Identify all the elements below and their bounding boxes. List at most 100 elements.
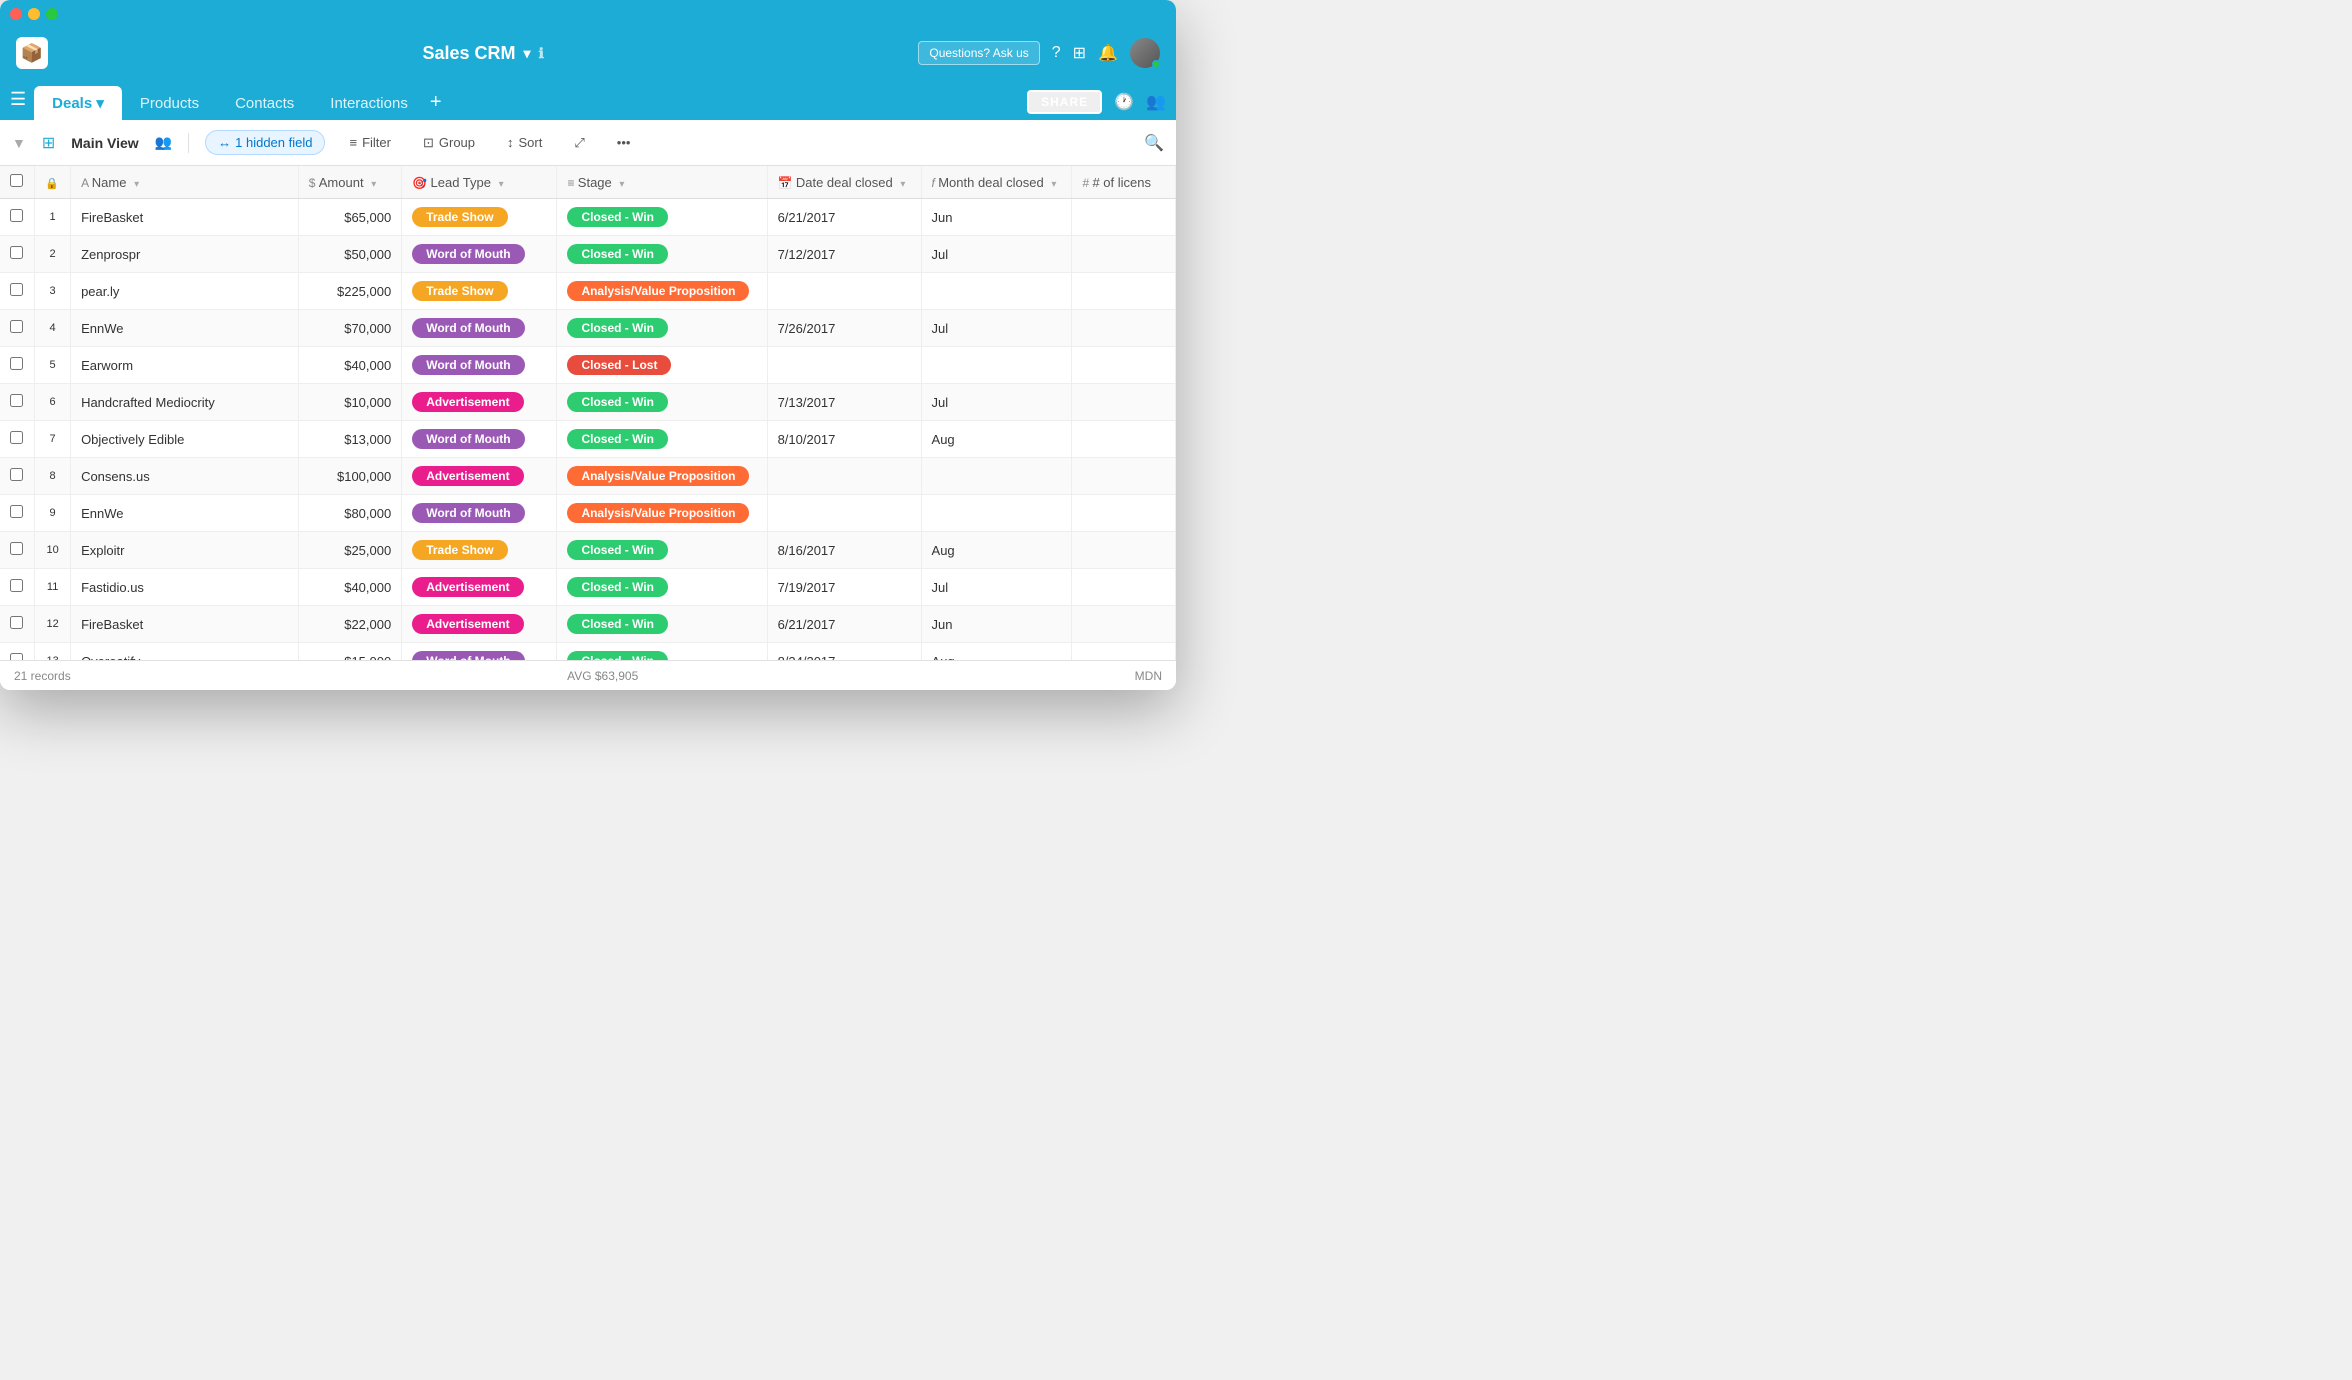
- row-stage[interactable]: Closed - Win: [557, 199, 767, 236]
- table-row[interactable]: 7 Objectively Edible $13,000 Word of Mou…: [0, 421, 1176, 458]
- row-check[interactable]: [0, 236, 35, 273]
- table-container[interactable]: 🔒 A Name ▾ $ Amount ▾ 🎯 Lead Type: [0, 166, 1176, 660]
- tab-interactions[interactable]: Interactions: [312, 87, 426, 120]
- row-check[interactable]: [0, 569, 35, 606]
- row-checkbox[interactable]: [10, 542, 23, 555]
- th-stage[interactable]: ≡ Stage ▾: [557, 166, 767, 199]
- bell-icon[interactable]: 🔔: [1098, 43, 1118, 63]
- row-name[interactable]: Earworm: [71, 347, 299, 384]
- table-row[interactable]: 6 Handcrafted Mediocrity $10,000 Adverti…: [0, 384, 1176, 421]
- row-checkbox[interactable]: [10, 357, 23, 370]
- row-lead-type[interactable]: Trade Show: [402, 532, 557, 569]
- collapse-icon[interactable]: ▼: [12, 135, 26, 151]
- more-button[interactable]: •••: [609, 131, 639, 154]
- row-checkbox[interactable]: [10, 246, 23, 259]
- row-name[interactable]: Handcrafted Mediocrity: [71, 384, 299, 421]
- table-row[interactable]: 5 Earworm $40,000 Word of Mouth Closed -…: [0, 347, 1176, 384]
- row-stage[interactable]: Closed - Win: [557, 310, 767, 347]
- row-check[interactable]: [0, 310, 35, 347]
- row-name[interactable]: Exploitr: [71, 532, 299, 569]
- row-stage[interactable]: Closed - Win: [557, 236, 767, 273]
- row-stage[interactable]: Closed - Win: [557, 532, 767, 569]
- view-label[interactable]: Main View: [71, 135, 138, 151]
- row-checkbox[interactable]: [10, 320, 23, 333]
- tab-contacts[interactable]: Contacts: [217, 87, 312, 120]
- grid-view-icon[interactable]: ⊞: [42, 133, 55, 153]
- row-stage[interactable]: Closed - Win: [557, 421, 767, 458]
- select-all-checkbox[interactable]: [10, 174, 23, 187]
- row-stage[interactable]: Analysis/Value Proposition: [557, 273, 767, 310]
- row-checkbox[interactable]: [10, 431, 23, 444]
- row-lead-type[interactable]: Word of Mouth: [402, 347, 557, 384]
- search-icon[interactable]: 🔍: [1144, 135, 1164, 152]
- people-icon[interactable]: 👥: [1146, 92, 1166, 112]
- row-name[interactable]: FireBasket: [71, 199, 299, 236]
- row-lead-type[interactable]: Word of Mouth: [402, 643, 557, 661]
- row-stage[interactable]: Closed - Win: [557, 569, 767, 606]
- row-name[interactable]: FireBasket: [71, 606, 299, 643]
- row-stage[interactable]: Analysis/Value Proposition: [557, 458, 767, 495]
- hidden-field-button[interactable]: ↔ 1 hidden field: [205, 130, 325, 155]
- table-row[interactable]: 11 Fastidio.us $40,000 Advertisement Clo…: [0, 569, 1176, 606]
- table-row[interactable]: 9 EnnWe $80,000 Word of Mouth Analysis/V…: [0, 495, 1176, 532]
- row-check[interactable]: [0, 532, 35, 569]
- row-checkbox[interactable]: [10, 468, 23, 481]
- row-name[interactable]: Overeatify: [71, 643, 299, 661]
- table-row[interactable]: 8 Consens.us $100,000 Advertisement Anal…: [0, 458, 1176, 495]
- row-checkbox[interactable]: [10, 394, 23, 407]
- help-icon[interactable]: ?: [1052, 44, 1061, 62]
- row-checkbox[interactable]: [10, 616, 23, 629]
- row-checkbox[interactable]: [10, 505, 23, 518]
- row-name[interactable]: Fastidio.us: [71, 569, 299, 606]
- row-stage[interactable]: Closed - Win: [557, 643, 767, 661]
- th-stage-sort[interactable]: ▾: [619, 179, 624, 190]
- row-lead-type[interactable]: Trade Show: [402, 273, 557, 310]
- table-row[interactable]: 12 FireBasket $22,000 Advertisement Clos…: [0, 606, 1176, 643]
- row-check[interactable]: [0, 458, 35, 495]
- row-name[interactable]: EnnWe: [71, 310, 299, 347]
- filter-button[interactable]: ≡ Filter: [341, 131, 398, 154]
- th-amount[interactable]: $ Amount ▾: [298, 166, 401, 199]
- avatar[interactable]: [1130, 38, 1160, 68]
- th-date-closed[interactable]: 📅 Date deal closed ▾: [767, 166, 921, 199]
- row-check[interactable]: [0, 643, 35, 661]
- row-lead-type[interactable]: Word of Mouth: [402, 236, 557, 273]
- th-name[interactable]: A Name ▾: [71, 166, 299, 199]
- th-licenses[interactable]: # # of licens: [1072, 166, 1176, 199]
- th-check[interactable]: [0, 166, 35, 199]
- row-check[interactable]: [0, 199, 35, 236]
- tab-products[interactable]: Products: [122, 87, 217, 120]
- row-check[interactable]: [0, 606, 35, 643]
- row-name[interactable]: EnnWe: [71, 495, 299, 532]
- history-icon[interactable]: 🕐: [1114, 92, 1134, 112]
- ask-us-button[interactable]: Questions? Ask us: [918, 41, 1039, 65]
- table-row[interactable]: 13 Overeatify $15,000 Word of Mouth Clos…: [0, 643, 1176, 661]
- expand-button[interactable]: ⤢: [566, 131, 592, 155]
- row-check[interactable]: [0, 347, 35, 384]
- row-lead-type[interactable]: Advertisement: [402, 458, 557, 495]
- row-name[interactable]: Objectively Edible: [71, 421, 299, 458]
- th-month-sort[interactable]: ▾: [1051, 179, 1056, 190]
- th-month-closed[interactable]: f Month deal closed ▾: [921, 166, 1072, 199]
- sort-button[interactable]: ↕ Sort: [499, 131, 550, 154]
- row-check[interactable]: [0, 273, 35, 310]
- th-amount-sort[interactable]: ▾: [371, 179, 376, 190]
- row-lead-type[interactable]: Word of Mouth: [402, 310, 557, 347]
- row-stage[interactable]: Analysis/Value Proposition: [557, 495, 767, 532]
- row-checkbox[interactable]: [10, 283, 23, 296]
- row-stage[interactable]: Closed - Win: [557, 384, 767, 421]
- row-lead-type[interactable]: Advertisement: [402, 569, 557, 606]
- group-button[interactable]: ⊡ Group: [415, 131, 483, 155]
- tab-deals[interactable]: Deals ▾: [34, 86, 122, 120]
- row-lead-type[interactable]: Trade Show: [402, 199, 557, 236]
- table-row[interactable]: 10 Exploitr $25,000 Trade Show Closed - …: [0, 532, 1176, 569]
- title-dropdown-arrow[interactable]: ▾: [524, 45, 531, 62]
- row-stage[interactable]: Closed - Win: [557, 606, 767, 643]
- table-row[interactable]: 3 pear.ly $225,000 Trade Show Analysis/V…: [0, 273, 1176, 310]
- minimize-button[interactable]: [28, 8, 40, 20]
- row-check[interactable]: [0, 421, 35, 458]
- row-name[interactable]: Consens.us: [71, 458, 299, 495]
- grid-icon[interactable]: ⊞: [1073, 43, 1086, 63]
- table-row[interactable]: 1 FireBasket $65,000 Trade Show Closed -…: [0, 199, 1176, 236]
- close-button[interactable]: [10, 8, 22, 20]
